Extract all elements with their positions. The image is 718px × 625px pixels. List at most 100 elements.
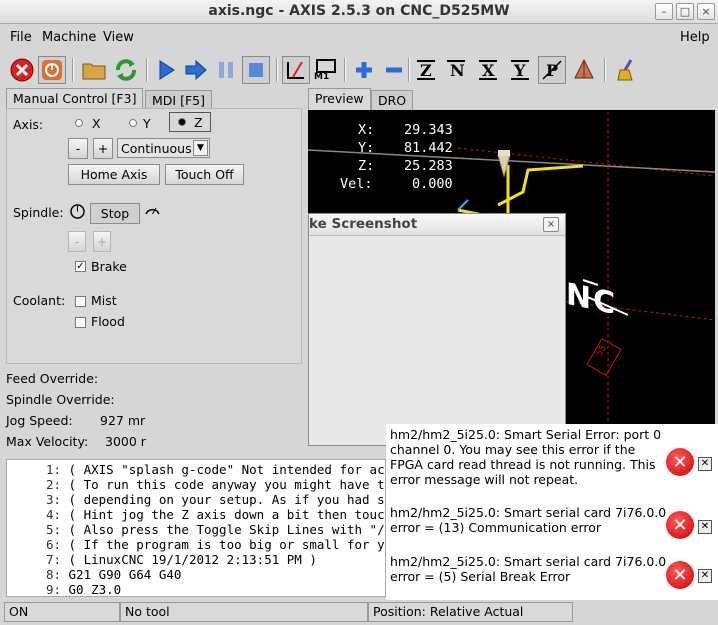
- svg-text:Y: Y: [513, 61, 526, 80]
- axis-y-label: Y: [143, 116, 151, 131]
- gcode-line[interactable]: 2: ( To run this code anyway you might h…: [7, 477, 385, 492]
- view-z-button[interactable]: Z: [412, 56, 440, 84]
- dro-z-label: Z:: [358, 158, 375, 174]
- spindle-stop-button[interactable]: Stop: [90, 203, 140, 224]
- spindle-ccw-icon: [70, 204, 85, 219]
- dialog-close-button[interactable]: ×: [543, 217, 559, 232]
- menu-file[interactable]: File: [10, 30, 32, 45]
- dro-y-value: 81.442: [404, 140, 453, 156]
- block-delete-button[interactable]: [282, 56, 310, 84]
- svg-text:X: X: [482, 61, 495, 80]
- clear-plot-button[interactable]: [612, 56, 640, 84]
- axis-x-radio[interactable]: [75, 119, 83, 127]
- close-window-button[interactable]: ×: [697, 3, 715, 20]
- spindle-reverse-button[interactable]: [69, 203, 86, 220]
- window-title: axis.ngc - AXIS 2.5.3 on CNC_D525MW: [208, 3, 510, 19]
- manual-control-panel: Axis: X Y Z - + Continuous ▼ Home Axis T…: [6, 108, 302, 364]
- optional-stop-button[interactable]: M1: [312, 56, 340, 84]
- stop-program-button[interactable]: [242, 56, 270, 84]
- jog-minus-button[interactable]: -: [68, 138, 88, 159]
- gcode-line[interactable]: 9: G0 Z3.0: [7, 582, 121, 596]
- mist-checkbox[interactable]: [75, 296, 86, 307]
- gcode-listing[interactable]: 1: ( AXIS "splash g-code" Not intended f…: [6, 459, 386, 597]
- axis-label: Axis:: [13, 117, 44, 132]
- view-x-button[interactable]: X: [474, 56, 502, 84]
- maximize-button[interactable]: □: [676, 3, 694, 20]
- menu-machine[interactable]: Machine: [42, 30, 96, 45]
- error-icon: ✕: [666, 511, 694, 539]
- title-bar: axis.ngc - AXIS 2.5.3 on CNC_D525MW – □ …: [0, 0, 718, 24]
- axis-y-radio[interactable]: [129, 119, 137, 127]
- status-position: Position: Relative Actual: [368, 602, 573, 622]
- svg-text:Z: Z: [420, 61, 432, 80]
- gcode-line[interactable]: 6: ( If the program is too big or small …: [7, 537, 385, 552]
- folder-icon: [82, 63, 106, 80]
- estop-button[interactable]: [8, 56, 36, 84]
- pause-button[interactable]: [212, 56, 240, 84]
- pause-icon: [219, 62, 233, 78]
- tab-manual-control[interactable]: Manual Control [F3]: [6, 88, 144, 110]
- flood-checkbox[interactable]: [75, 317, 86, 328]
- spindle-forward-button[interactable]: [144, 203, 161, 220]
- plus-icon: [356, 62, 372, 78]
- dro-z-value: 25.283: [404, 158, 453, 174]
- view-y-button[interactable]: Y: [506, 56, 534, 84]
- gcode-line[interactable]: 4: ( Hint jog the Z axis down a bit then…: [7, 507, 385, 522]
- error-close-button[interactable]: ✕: [698, 457, 712, 471]
- error-close-button[interactable]: ✕: [698, 569, 712, 583]
- run-button[interactable]: [152, 56, 180, 84]
- tab-mdi[interactable]: MDI [F5]: [145, 90, 212, 110]
- spindle-slower-button[interactable]: -: [68, 231, 86, 252]
- dro-x-label: X:: [358, 122, 375, 138]
- jog-speed-label: Jog Speed:: [6, 413, 73, 428]
- zoom-in-button[interactable]: [350, 56, 378, 84]
- zoom-out-button[interactable]: [380, 56, 408, 84]
- touch-off-button[interactable]: Touch Off: [165, 164, 244, 185]
- home-axis-button[interactable]: Home Axis: [68, 164, 160, 185]
- machine-power-button[interactable]: [38, 56, 66, 84]
- dro-x-value: 29.343: [404, 122, 453, 138]
- estop-icon: [10, 58, 34, 82]
- coolant-label: Coolant:: [13, 293, 66, 308]
- view-y-icon: Y: [511, 60, 529, 80]
- brake-label: Brake: [91, 259, 127, 274]
- toggle-tool-button[interactable]: [570, 56, 598, 84]
- jog-mode-select[interactable]: Continuous ▼: [117, 138, 210, 158]
- gcode-line[interactable]: 7: ( LinuxCNC 19/1/2012 2:13:51 PM ): [7, 552, 317, 567]
- jog-plus-button[interactable]: +: [93, 138, 113, 159]
- open-file-button[interactable]: [80, 56, 108, 84]
- brake-checkbox[interactable]: ✓: [75, 261, 86, 272]
- gcode-line[interactable]: 3: ( depending on your setup. As if you …: [7, 492, 385, 507]
- status-tool: No tool: [120, 602, 368, 622]
- view-p-icon: P: [542, 60, 562, 80]
- gcode-line[interactable]: 5: ( Also press the Toggle Skip Lines wi…: [7, 522, 385, 537]
- spindle-faster-button[interactable]: +: [93, 231, 111, 252]
- reload-button[interactable]: [112, 56, 140, 84]
- minimize-button[interactable]: –: [655, 3, 673, 20]
- jog-mode-value: Continuous: [121, 141, 192, 156]
- jog-speed-value: 927 mr: [100, 413, 146, 428]
- error-notifications: hm2/hm2_5i25.0: Smart Serial Error: port…: [386, 424, 718, 600]
- minus-icon: [386, 67, 402, 73]
- tab-preview[interactable]: Preview: [308, 88, 371, 110]
- axis-z-selected[interactable]: Z: [169, 112, 211, 132]
- reload-icon: [116, 59, 136, 81]
- gcode-line[interactable]: 8: G21 G90 G64 G40: [7, 567, 181, 582]
- error-icon: ✕: [666, 561, 694, 589]
- error-message: hm2/hm2_5i25.0: Smart serial card 7i76.0…: [390, 554, 667, 584]
- spindle-cw-icon: [145, 207, 160, 215]
- tool-cone-icon: [574, 58, 594, 79]
- gcode-line[interactable]: 1: ( AXIS "splash g-code" Not intended f…: [7, 462, 385, 477]
- screenshot-dialog[interactable]: ke Screenshot ×: [308, 213, 566, 446]
- menu-bar: File Machine View Help: [0, 26, 718, 50]
- view-z2-button[interactable]: N: [442, 56, 470, 84]
- error-close-button[interactable]: ✕: [698, 520, 712, 534]
- view-perspective-button[interactable]: P: [538, 56, 566, 84]
- view-z2-icon: N: [447, 60, 465, 80]
- axis-z-radio[interactable]: [178, 118, 186, 126]
- step-button[interactable]: [182, 56, 210, 84]
- flood-label: Flood: [91, 314, 125, 329]
- tab-dro[interactable]: DRO: [371, 90, 414, 110]
- menu-help[interactable]: Help: [680, 30, 710, 45]
- menu-view[interactable]: View: [103, 30, 134, 45]
